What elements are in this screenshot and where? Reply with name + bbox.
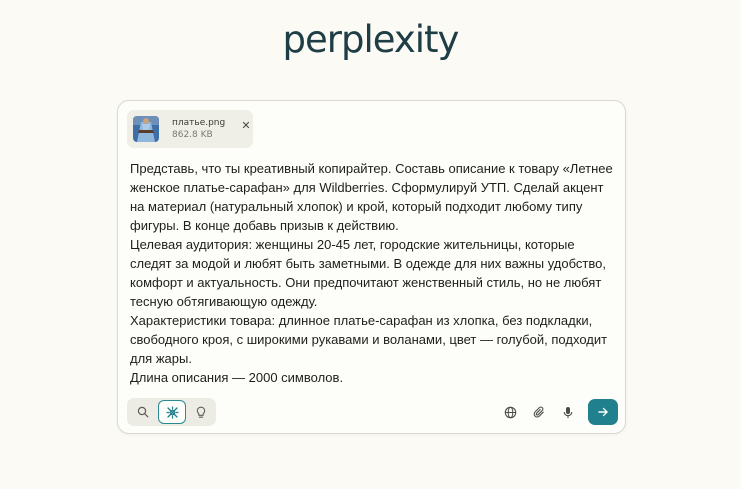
prompt-line: тесную обтягивающую одежду.	[130, 294, 318, 309]
prompt-line: для жары.	[130, 351, 192, 366]
prompt-line: Представь, что ты креативный копирайтер.…	[130, 161, 613, 176]
mode-selector	[127, 398, 216, 426]
attachment-chip: платье.png 862.8 KB ✕	[127, 110, 253, 148]
paperclip-icon	[533, 405, 544, 418]
prompt-text[interactable]: Представь, что ты креативный копирайтер.…	[130, 159, 620, 387]
query-composer: платье.png 862.8 KB ✕ Представь, что ты …	[117, 100, 626, 434]
microphone-icon	[563, 406, 573, 418]
globe-icon	[504, 406, 516, 418]
prompt-line: Целевая аудитория: женщины 20-45 лет, го…	[130, 237, 575, 252]
attachment-size: 862.8 KB	[172, 130, 213, 140]
attach-button[interactable]	[530, 403, 548, 421]
prompt-line: фигуры. В конце добавь призыв к действию…	[130, 218, 399, 233]
labs-mode-button[interactable]	[188, 400, 214, 424]
perplexity-logo: perplexity	[282, 18, 460, 61]
prompt-line: Характеристики товара: длинное платье-са…	[130, 313, 593, 328]
submit-button[interactable]	[588, 399, 618, 425]
prompt-line: на материал (натуральный хлопок) и крой,…	[130, 199, 583, 214]
voice-input-button[interactable]	[559, 403, 577, 421]
prompt-line: женское платье-сарафан» для Wildberries.…	[130, 180, 604, 195]
source-selector-button[interactable]	[501, 403, 519, 421]
arrow-right-icon	[598, 407, 608, 417]
search-icon	[137, 406, 149, 418]
close-icon[interactable]: ✕	[240, 119, 252, 133]
search-mode-button[interactable]	[130, 400, 156, 424]
research-icon	[165, 405, 179, 419]
lightbulb-icon	[196, 406, 206, 418]
prompt-line: Длина описания — 2000 символов.	[130, 370, 344, 385]
prompt-line: следят за модой и любят быть заметными. …	[130, 256, 606, 271]
attachment-thumbnail	[133, 116, 159, 142]
prompt-line: комфорт и актуальность. Они предпочитают…	[130, 275, 602, 290]
research-mode-button[interactable]	[158, 400, 186, 424]
attachment-filename: платье.png	[172, 118, 226, 128]
prompt-line: свободного кроя, с широкими рукавами и в…	[130, 332, 608, 347]
